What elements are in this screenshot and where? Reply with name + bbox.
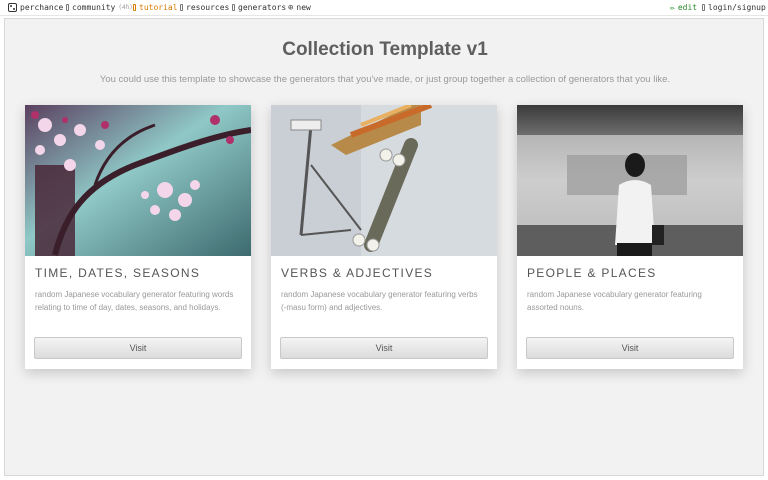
visit-button[interactable]: Visit xyxy=(280,337,488,359)
card-title: PEOPLE & PLACES xyxy=(527,266,657,280)
nav-generators-label: generators xyxy=(238,3,287,12)
cherry-blossom-image xyxy=(25,105,251,256)
nav-resources-label: resources xyxy=(186,3,230,12)
card-time-dates-seasons: TIME, DATES, SEASONS random Japanese voc… xyxy=(25,105,251,369)
page-subtitle: You could use this template to showcase … xyxy=(99,74,671,85)
train-station-image xyxy=(517,105,743,256)
nav-login[interactable]: login/signup xyxy=(702,3,766,12)
card-title: TIME, DATES, SEASONS xyxy=(35,266,201,280)
main-panel: Collection Template v1 You could use thi… xyxy=(4,18,764,476)
nav-edit[interactable]: ✏ edit xyxy=(670,3,697,12)
community-icon xyxy=(66,4,69,11)
nav-edit-label: edit xyxy=(677,3,698,12)
dice-icon xyxy=(8,3,17,12)
page-title: Collection Template v1 xyxy=(282,39,488,60)
nav-generators[interactable]: generators xyxy=(232,3,286,12)
nav-resources[interactable]: resources xyxy=(180,3,229,12)
tutorial-icon xyxy=(133,4,136,11)
visit-button[interactable]: Visit xyxy=(34,337,242,359)
resources-icon xyxy=(180,4,183,11)
nav-tutorial-label: tutorial xyxy=(139,3,178,12)
skateboard-image xyxy=(271,105,497,256)
visit-button[interactable]: Visit xyxy=(526,337,734,359)
card-people-places: PEOPLE & PLACES random Japanese vocabula… xyxy=(517,105,743,369)
card-description: random Japanese vocabulary generator fea… xyxy=(281,290,478,312)
nav-tutorial[interactable]: tutorial xyxy=(133,3,178,12)
nav-community-label: community xyxy=(72,3,116,12)
card-verbs-adjectives: VERBS & ADJECTIVES random Japanese vocab… xyxy=(271,105,497,369)
nav-perchance[interactable]: perchance xyxy=(8,3,63,12)
pencil-icon: ✏ xyxy=(670,2,675,12)
community-badge: (4h) xyxy=(118,4,133,11)
nav-login-label: login/signup xyxy=(708,3,766,12)
nav-community[interactable]: community (4h) xyxy=(66,3,133,12)
card-description: random Japanese vocabulary generator fea… xyxy=(35,290,234,312)
nav-perchance-label: perchance xyxy=(20,3,64,12)
nav-new[interactable]: ⊕ new xyxy=(288,3,311,12)
generators-icon xyxy=(232,4,235,11)
card-title: VERBS & ADJECTIVES xyxy=(281,266,434,280)
nav-new-label: new xyxy=(296,3,311,12)
plus-circle-icon: ⊕ xyxy=(288,2,294,13)
card-description: random Japanese vocabulary generator fea… xyxy=(527,290,702,312)
user-icon xyxy=(702,4,705,11)
top-nav: perchance community (4h) tutorial resour… xyxy=(0,0,768,16)
